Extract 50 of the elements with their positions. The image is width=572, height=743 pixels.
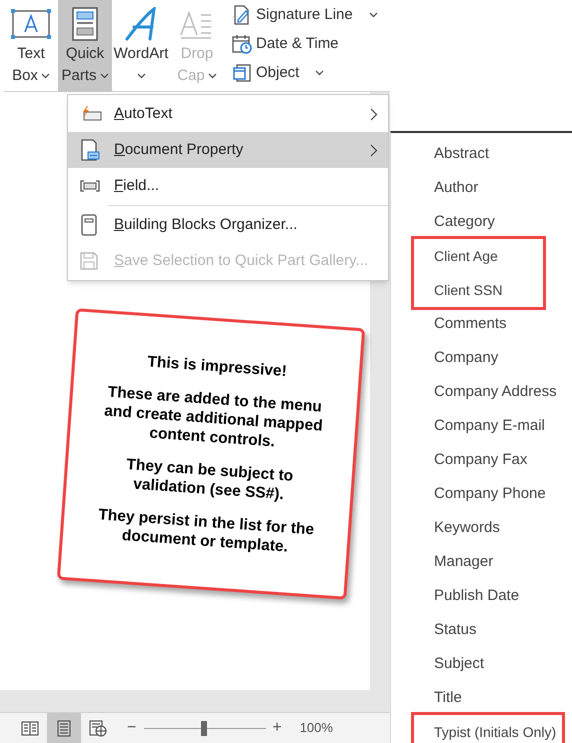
document-field-icon [80,139,100,161]
submenu-item[interactable]: Comments [391,307,572,341]
lightning-card-icon [80,106,102,122]
submenu-item[interactable]: Company [391,341,572,375]
submenu-item[interactable]: Client Age [414,239,537,273]
callout-text: These are added to the menu and create additional mapped content controls. [102,382,324,452]
ribbon-button[interactable]: Object [232,61,378,85]
letter-a-icon [124,7,158,41]
submenu-item[interactable]: Manager [391,545,572,579]
field-brackets-icon [80,180,100,192]
submenu-item[interactable]: Title [391,681,572,715]
menu-item[interactable]: Field... [68,168,388,204]
submenu-item[interactable]: Company Phone [391,477,572,511]
submenu-item[interactable]: Subject [391,647,572,681]
binder-icon [80,214,98,236]
ribbon-button[interactable]: Date & Time [232,32,378,56]
text-box-icon [11,9,51,39]
globe-page-icon [89,720,107,736]
menu-item[interactable]: Building Blocks Organizer... [68,207,388,243]
callout-text: They persist in the list for the document or template. [96,505,316,558]
submenu-item[interactable]: Abstract [391,137,572,171]
open-book-icon [21,720,39,736]
window-icon [232,64,252,82]
submenu-item[interactable]: Company Fax [391,443,572,477]
menu-item[interactable]: AutoText [68,96,388,132]
submenu-item[interactable]: Keywords [391,511,572,545]
submenu-item[interactable]: Publish Date [391,579,572,613]
submenu-item[interactable]: Client SSN [414,273,537,307]
submenu-item[interactable]: Status [391,613,572,647]
view-button[interactable] [47,713,81,743]
submenu-item[interactable]: Typist (Initials Only) [414,715,556,743]
submenu-item[interactable]: Category [391,205,572,239]
ribbon-button[interactable]: Text Box [4,0,58,92]
ribbon-button[interactable]: Quick Parts [58,0,112,92]
submenu-item[interactable]: Company E-mail [391,409,572,443]
submenu-item[interactable]: Author [391,171,572,205]
ribbon-button[interactable]: WordArt [112,0,170,92]
menu-item[interactable]: Document Property [68,132,388,168]
calendar-clock-icon [232,34,252,54]
zoom-out-button[interactable]: − [127,720,136,736]
zoom-slider[interactable] [144,720,266,736]
submenu-item[interactable]: Company Address [391,375,572,409]
callout-text: They can be subject to validation (see SS#). [124,455,295,506]
slider-thumb[interactable] [201,720,208,736]
callout-text: This is impressive! [146,352,288,382]
zoom-in-button[interactable]: + [272,720,282,736]
document-parts-icon [72,7,98,41]
zoom-level-text: 100% [300,719,333,738]
ribbon-button[interactable]: Signature Line [232,3,378,27]
page-icon [57,720,71,736]
